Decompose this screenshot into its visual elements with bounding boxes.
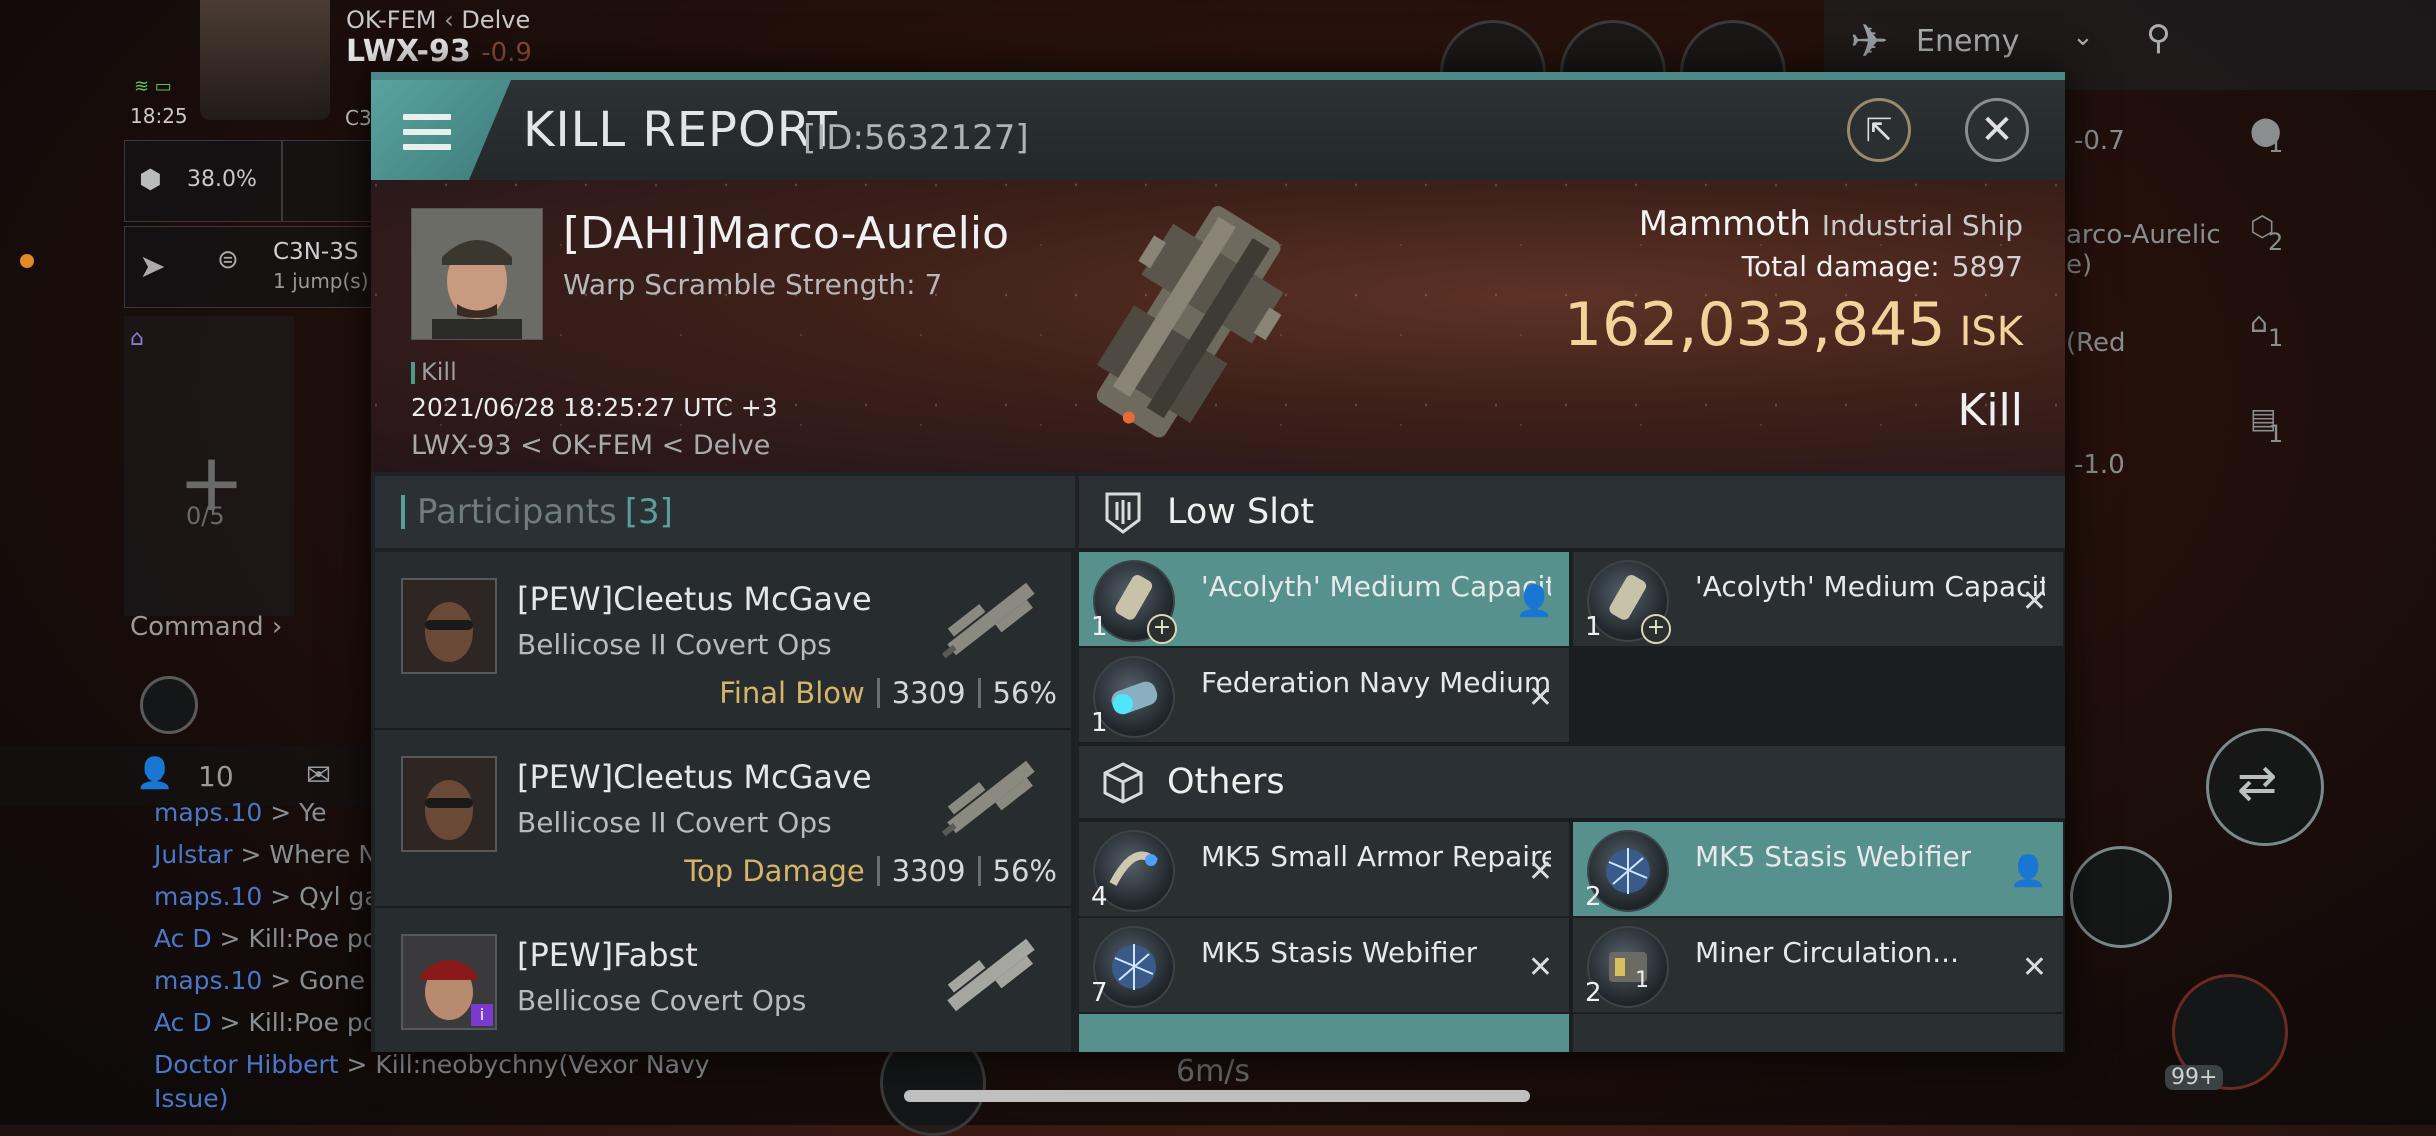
participants-panel[interactable]: Participants [3] [PEW]Cleetus McGave Bel… xyxy=(375,476,1075,1052)
share-icon: ⇱ xyxy=(1865,111,1893,149)
participant-row[interactable]: [PEW]Cleetus McGave Bellicose II Covert … xyxy=(375,552,1071,730)
destroyed-icon: ✕ xyxy=(2021,950,2047,985)
wifi-icon: ≋ ▭ xyxy=(134,76,172,97)
kill-location[interactable]: LWX-93 < OK-FEM < Delve xyxy=(411,430,770,461)
gate-icon: ⊜ xyxy=(217,245,239,275)
isk-value: 162,033,845 ISK xyxy=(1563,290,2023,360)
overview-filter-select[interactable]: Enemy xyxy=(1916,24,2019,59)
plus-badge-icon: + xyxy=(1641,614,1671,644)
navigation-panel[interactable]: ➤ ⊜ C3N-3S 1 jump(s) xyxy=(124,226,376,308)
item-row[interactable]: 1 2 Miner Circulation... ✕ xyxy=(1573,918,2063,1014)
fleet-icon: ⌂ xyxy=(130,326,144,351)
menu-icon xyxy=(403,114,451,150)
cargo-indicator[interactable]: ⬢ 38.0% xyxy=(124,140,282,222)
chat-line: Doctor Hibbert > Kill:neobychny(Vexor Na… xyxy=(154,1050,710,1079)
navigate-arrow-icon: ➤ xyxy=(139,247,166,285)
kill-header: [DAHI]Marco-Aurelio Warp Scramble Streng… xyxy=(371,180,2065,472)
filter-icon[interactable]: ⚲ xyxy=(2146,18,2171,58)
overview-entry-icon[interactable]: ⬡ xyxy=(2250,210,2274,243)
menu-button[interactable] xyxy=(371,80,511,180)
target-button[interactable] xyxy=(140,676,198,734)
victim-portrait[interactable] xyxy=(411,208,543,340)
overview-entry-icon[interactable]: ⌂ xyxy=(2250,306,2268,339)
participants-header: Participants [3] xyxy=(375,476,1075,548)
swap-icon: ⇄ xyxy=(2237,755,2278,811)
participant-ship-image xyxy=(941,760,1035,837)
participant-ship-image xyxy=(941,582,1035,659)
plus-badge-icon: + xyxy=(1147,614,1177,644)
speed-readout: 6m/s xyxy=(1176,1054,1251,1089)
drone-indicator[interactable] xyxy=(282,140,374,222)
item-row[interactable] xyxy=(1079,1014,1569,1052)
kill-datetime: 2021/06/28 18:25:27 UTC +3 xyxy=(411,393,778,422)
dropped-icon: 👤 xyxy=(1515,584,1553,619)
cargo-box-icon xyxy=(1103,762,1143,804)
player-portrait[interactable] xyxy=(200,0,330,120)
overview-entry-icon[interactable]: ⬤ xyxy=(2250,114,2281,147)
item-row[interactable]: + 1 'Acolyth' Medium Capacitor ... ✕ xyxy=(1573,552,2063,648)
item-row[interactable]: 7 MK5 Stasis Webifier ✕ xyxy=(1079,918,1569,1014)
system-name[interactable]: LWX-93 -0.9 xyxy=(346,34,532,69)
participant-portrait xyxy=(401,756,497,852)
fleet-panel[interactable]: ⌂ + 0/5 xyxy=(124,316,294,616)
item-row[interactable]: + 1 'Acolyth' Medium Capacitor ... 👤 xyxy=(1079,552,1569,648)
close-icon: ✕ xyxy=(1980,107,2014,153)
chat-header: 👤 10 ✉ xyxy=(0,746,370,806)
warp-scramble-strength: Warp Scramble Strength: 7 xyxy=(563,268,943,301)
share-button[interactable]: ⇱ xyxy=(1847,98,1911,162)
mail-icon[interactable]: ✉ xyxy=(306,758,331,793)
participant-portrait xyxy=(401,578,497,674)
participant-stats: Final Blow 3309 56% xyxy=(719,676,1057,710)
participant-stats: Top Damage 3309 56% xyxy=(684,854,1057,888)
dialog-titlebar: KILL REPORT [ID:5632127] ⇱ ✕ xyxy=(371,80,2065,180)
module-button[interactable] xyxy=(2070,846,2172,948)
ship-filter-icon[interactable]: ✈ xyxy=(1850,14,1889,68)
participant-row[interactable]: i [PEW]Fabst Bellicose Covert Ops xyxy=(375,908,1071,1052)
victim-ship[interactable]: Mammoth Industrial Ship xyxy=(1639,204,2023,244)
kill-tag: Kill xyxy=(411,358,457,386)
cargo-icon: ⬢ xyxy=(139,165,162,195)
items-panel[interactable]: Low Slot + 1 'Acolyth' Medium Capacitor … xyxy=(1079,476,2065,1052)
participant-row[interactable]: [PEW]Cleetus McGave Bellicose II Covert … xyxy=(375,730,1071,908)
item-row[interactable]: 1 Federation Navy Medium... ✕ xyxy=(1079,648,1569,744)
members-icon[interactable]: 👤 xyxy=(136,756,173,791)
command-button[interactable]: Command › xyxy=(130,612,282,642)
region-line[interactable]: OK-FEM ‹ Delve xyxy=(346,6,530,34)
alert-dot xyxy=(20,254,34,268)
participant-ship-image xyxy=(947,938,1035,1012)
chevron-down-icon[interactable]: ⌄ xyxy=(2072,22,2094,52)
others-header: Others xyxy=(1079,746,2065,818)
pilot-avatar xyxy=(412,209,542,339)
kill-result: Kill xyxy=(1957,385,2023,436)
dialog-title: KILL REPORT xyxy=(523,102,838,158)
destroyed-icon: ✕ xyxy=(1527,854,1553,889)
destroyed-icon: ✕ xyxy=(1527,680,1553,715)
swap-button[interactable]: ⇄ xyxy=(2206,728,2324,846)
victim-name[interactable]: [DAHI]Marco-Aurelio xyxy=(563,208,1009,259)
clock: 18:25 xyxy=(130,104,188,128)
dropped-icon: 👤 xyxy=(2009,854,2047,889)
destroyed-icon: ✕ xyxy=(1527,950,1553,985)
low-slot-icon xyxy=(1105,492,1141,534)
overview-entry-icon[interactable]: ▤ xyxy=(2250,402,2276,435)
victim-ship-image[interactable] xyxy=(1051,186,1321,466)
low-slot-header: Low Slot xyxy=(1079,476,2065,548)
destroyed-icon: ✕ xyxy=(2021,584,2047,619)
total-damage: Total damage: 5897 xyxy=(1741,250,2023,283)
corp-short: C3 xyxy=(345,106,372,130)
chat-line: Issue) xyxy=(154,1084,229,1113)
dialog-top-accent xyxy=(371,72,2065,80)
close-button[interactable]: ✕ xyxy=(1965,98,2029,162)
item-row[interactable]: 4 MK5 Small Armor Repairer ✕ xyxy=(1079,822,1569,918)
item-row[interactable]: 2 MK5 Stasis Webifier 👤 xyxy=(1573,822,2063,918)
notification-button[interactable]: 99+ xyxy=(2165,974,2288,1090)
kill-report-dialog: KILL REPORT [ID:5632127] ⇱ ✕ [DAHI]Marco… xyxy=(371,72,2065,1052)
item-row[interactable] xyxy=(1573,1014,2063,1052)
info-badge-icon: i xyxy=(471,1004,493,1026)
participant-portrait: i xyxy=(401,934,497,1030)
kill-id: [ID:5632127] xyxy=(803,118,1029,158)
home-indicator[interactable] xyxy=(904,1090,1530,1102)
